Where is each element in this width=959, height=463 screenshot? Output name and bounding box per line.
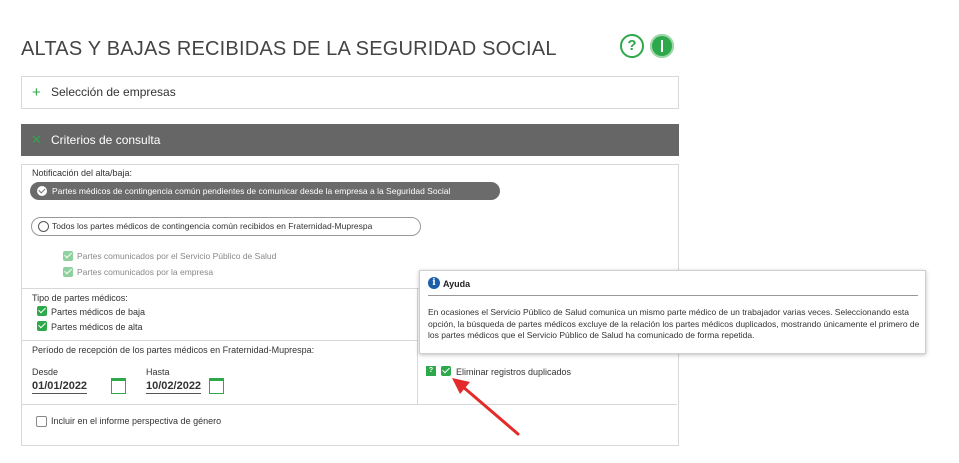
sub-option-checkbox[interactable] [63,267,73,277]
gender-label: Incluir en el informe perspectiva de gén… [51,416,222,426]
option-pending-label: Partes médicos de contingencia común pen… [52,186,451,196]
alta-checkbox[interactable] [37,321,47,331]
from-date-input[interactable]: 01/01/2022 [32,380,88,394]
option-all-radio[interactable]: Todos los partes médicos de contingencia… [31,217,421,236]
from-label: Desde [32,367,59,377]
baja-label: Partes médicos de baja [51,307,146,317]
alta-label: Partes médicos de alta [51,322,143,332]
selection-companies-label: Selección de empresas [51,85,176,99]
notification-label: Notificación del alta/baja: [32,168,133,178]
tooltip-text: En ocasiones el Servicio Público de Salu… [428,307,920,340]
to-label: Hasta [146,367,170,377]
divider [417,288,418,404]
option-pending-radio[interactable]: Partes médicos de contingencia común pen… [30,182,500,200]
info-icon[interactable] [650,34,674,58]
sub-option-label: Partes comunicados por la empresa [77,267,214,277]
info-icon: i [428,277,440,289]
close-icon: ✕ [31,132,42,147]
page-title: ALTAS Y BAJAS RECIBIDAS DE LA SEGURIDAD … [21,38,557,60]
help-tooltip: i Ayuda En ocasiones el Servicio Público… [419,270,926,354]
gender-checkbox[interactable] [36,416,47,427]
sub-option-label: Partes comunicados por el Servicio Públi… [77,251,277,261]
radio-icon [38,221,49,232]
baja-checkbox[interactable] [37,306,47,316]
divider [21,404,677,405]
type-label: Tipo de partes médicos: [32,293,128,303]
criteria-header-label: Criterios de consulta [51,133,161,147]
check-circle-icon [37,186,47,196]
period-label: Período de recepción de los partes médic… [32,345,315,355]
sub-option-checkbox[interactable] [63,251,73,261]
help-icon[interactable]: ? [426,366,436,376]
divider [21,340,417,341]
criteria-header[interactable]: ✕ Criterios de consulta [21,124,679,156]
annotation-arrow-icon [452,378,520,436]
calendar-icon[interactable] [111,378,126,394]
option-all-label: Todos los partes médicos de contingencia… [52,221,373,231]
plus-icon: + [32,84,41,101]
to-date-input[interactable]: 10/02/2022 [146,380,202,394]
help-question-icon[interactable]: ? [620,34,644,58]
tooltip-title: Ayuda [443,279,471,289]
selection-companies-panel[interactable]: + Selección de empresas [21,76,679,109]
calendar-icon[interactable] [209,378,224,394]
tooltip-divider [428,295,918,296]
